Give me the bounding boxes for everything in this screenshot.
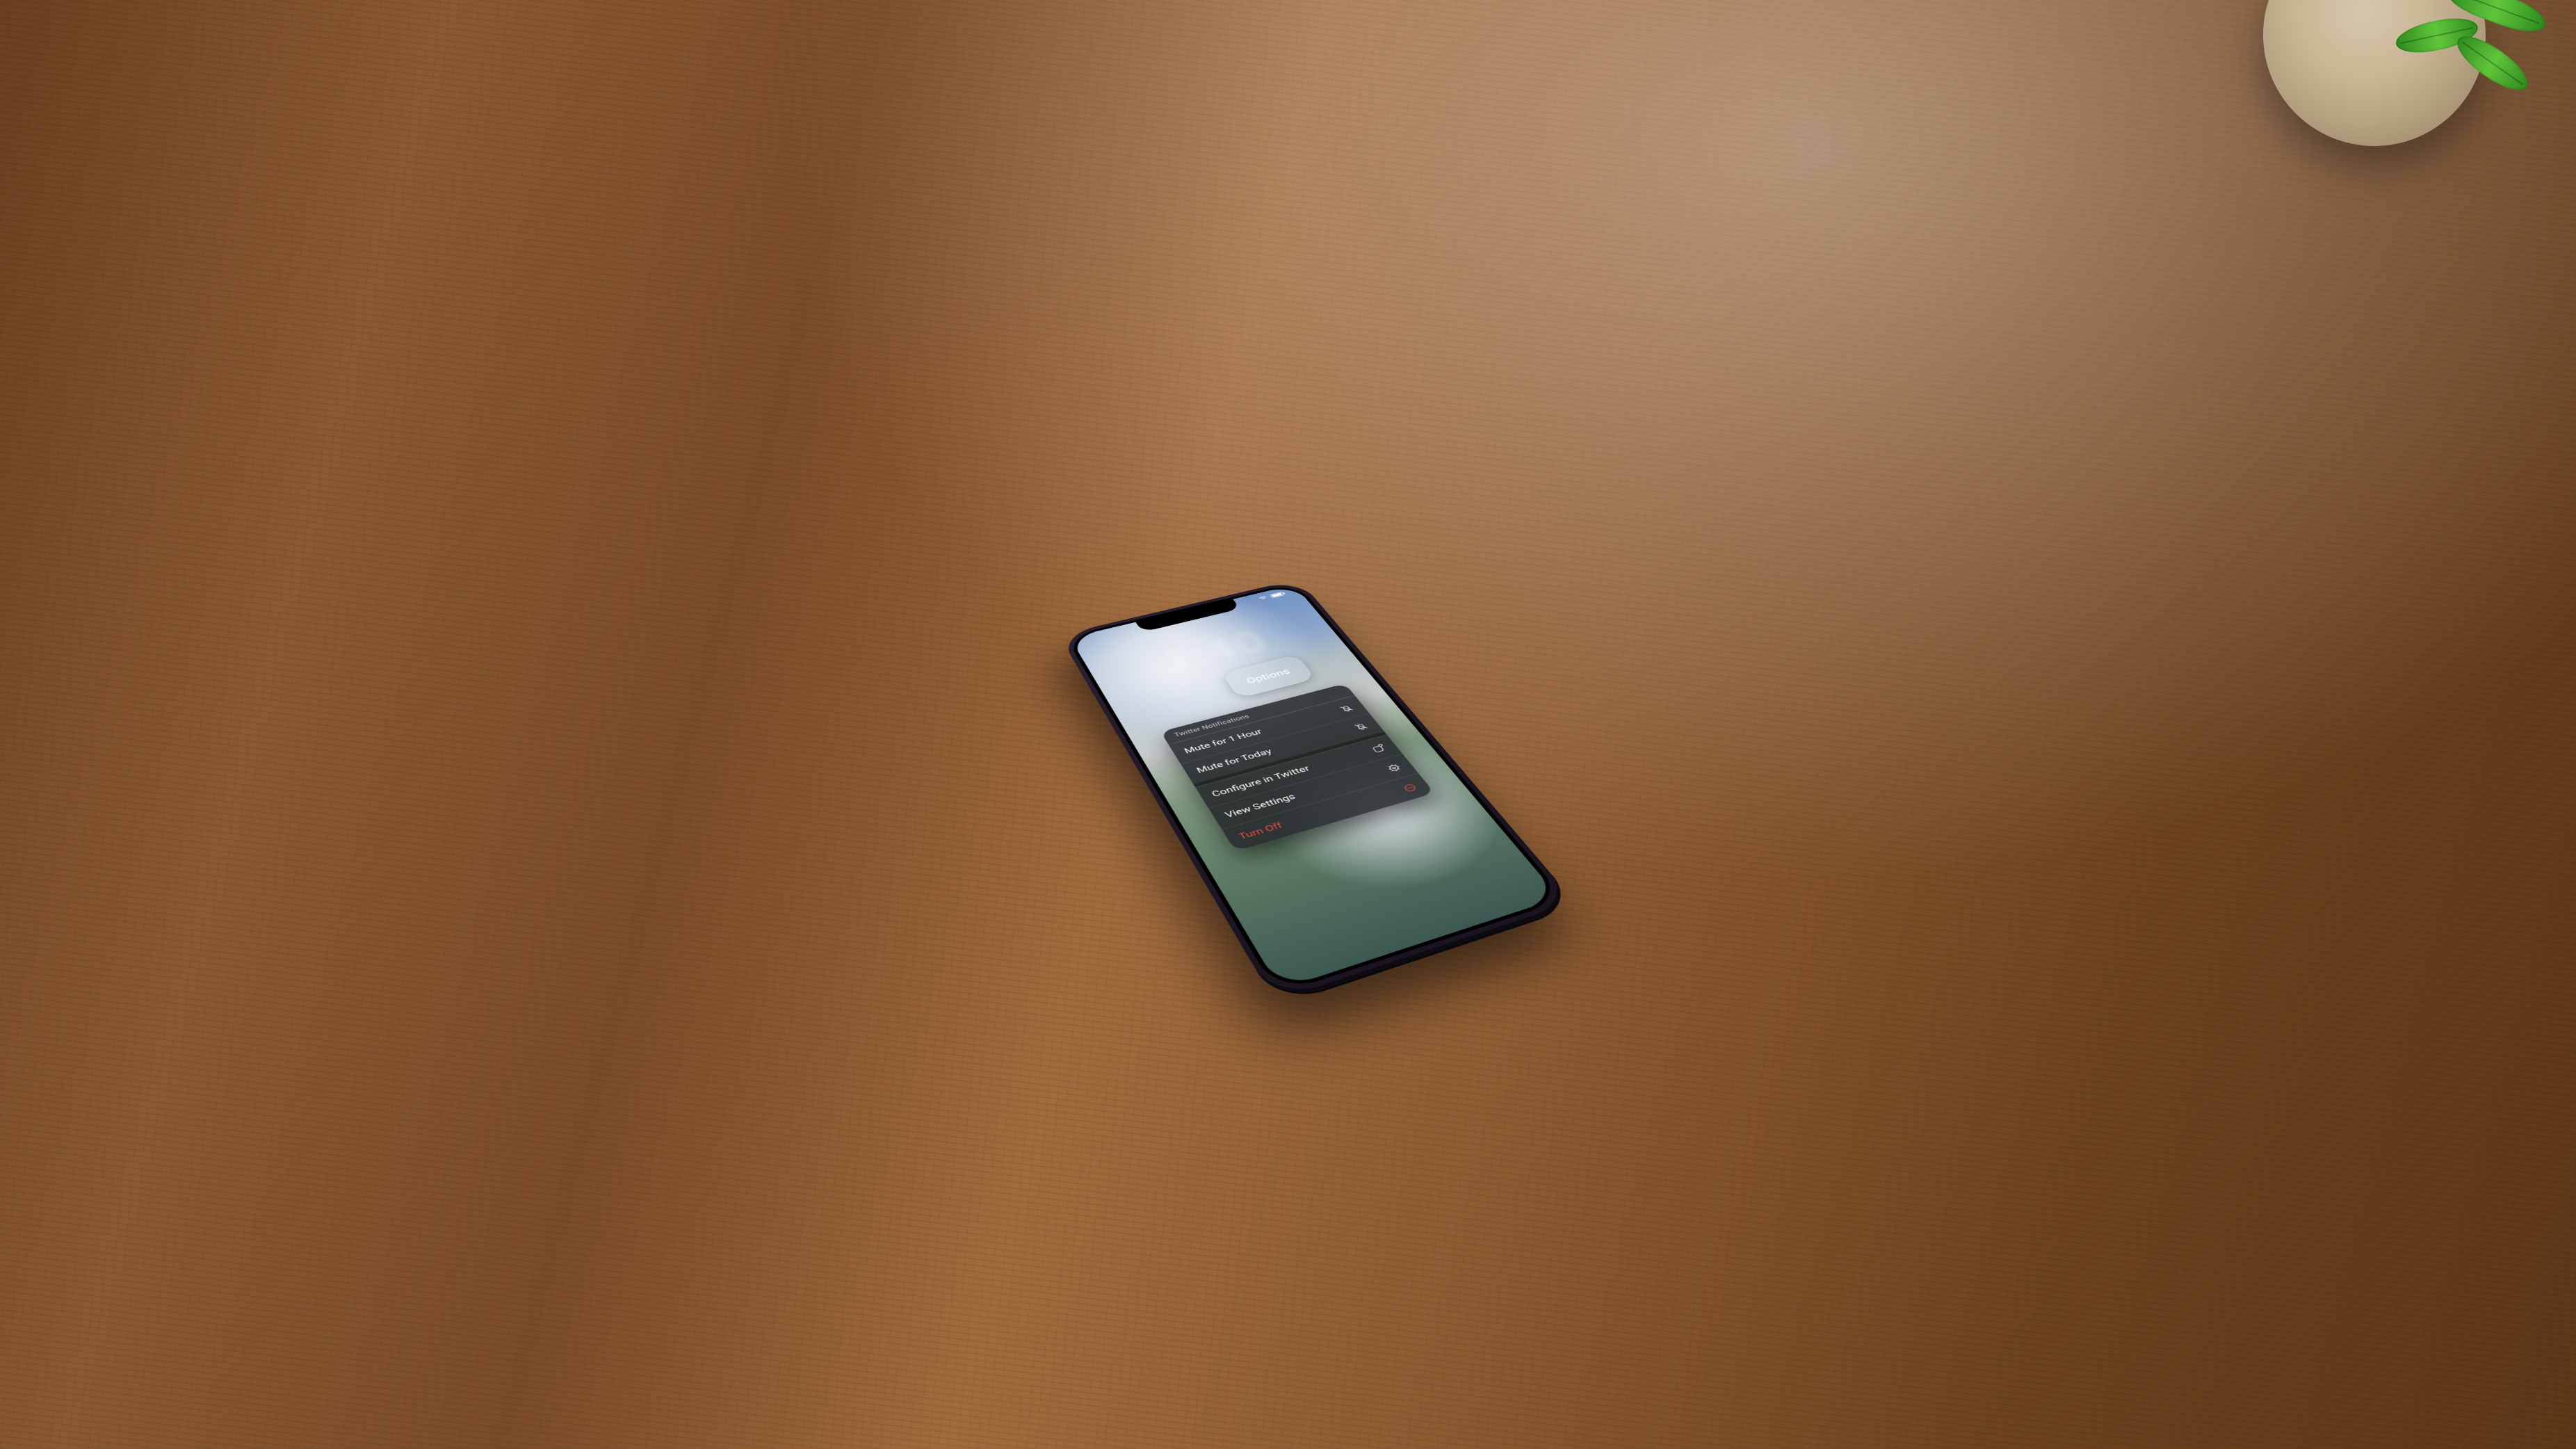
battery-icon [1269,590,1286,597]
lockscreen-time: 1:40 [1085,608,1340,698]
notification-options-menu: Twitter Notifications Mute for 1 Hour Mu… [1160,683,1434,851]
menu-item-label: Configure in Twitter [1210,763,1312,798]
bell-slash-icon [1337,703,1355,713]
circle-minus-icon [1400,782,1420,793]
menu-item-view-settings[interactable]: View Settings [1208,753,1418,829]
plant-leaves [2367,0,2548,125]
options-label: Options [1244,666,1292,685]
menu-item-label: View Settings [1223,792,1297,820]
status-bar [1256,590,1287,601]
menu-item-turn-off[interactable]: Turn Off [1222,772,1434,851]
wifi-icon [1256,594,1269,601]
gear-icon [1384,762,1403,774]
app-badge-icon [1369,743,1388,754]
bell-slash-icon [1352,721,1370,732]
menu-item-label: Turn Off [1236,820,1284,841]
